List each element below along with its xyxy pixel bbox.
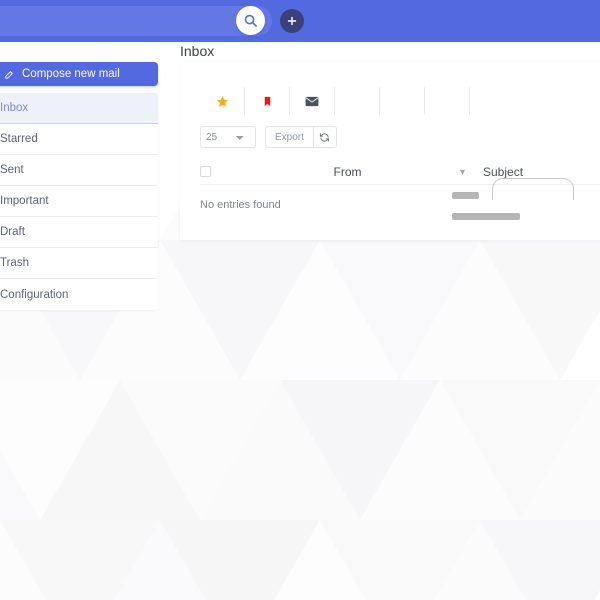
sidebar-item-trash[interactable]: Trash xyxy=(0,248,158,279)
empty-state-message: No entries found xyxy=(200,199,281,211)
sidebar-item-label: Configuration xyxy=(0,288,69,301)
sidebar-item-label: Draft xyxy=(0,226,25,238)
compose-button-label: Compose new mail xyxy=(22,68,120,80)
plus-icon xyxy=(287,16,297,26)
toolbar-bookmark-button[interactable] xyxy=(245,87,290,115)
table-controls-row: 25 50 100 Export xyxy=(200,126,337,148)
sidebar-item-inbox[interactable]: Inbox xyxy=(0,93,158,124)
sidebar-item-label: Starred xyxy=(0,133,38,145)
select-all-cell xyxy=(200,166,230,177)
column-header-from[interactable]: From ▾ xyxy=(230,164,466,179)
page-size-select[interactable]: 25 50 100 xyxy=(200,126,256,148)
envelope-icon xyxy=(305,96,319,106)
toolbar-star-button[interactable] xyxy=(200,87,245,115)
sidebar: Compose new mail Inbox Starred Sent Impo… xyxy=(0,62,158,310)
column-header-subject[interactable]: Subject xyxy=(465,165,523,179)
loading-skeleton-bar xyxy=(452,192,479,199)
refresh-button[interactable] xyxy=(312,126,337,148)
chevron-down-icon: ▾ xyxy=(459,166,465,178)
toolbar-empty-slot-3[interactable] xyxy=(425,87,470,115)
sidebar-item-label: Inbox xyxy=(0,102,29,114)
sidebar-item-label: Important xyxy=(0,195,49,207)
mail-content-card: 25 50 100 Export From ▾ Subject xyxy=(180,62,600,240)
select-all-checkbox[interactable] xyxy=(200,166,211,177)
search-input[interactable] xyxy=(0,6,228,36)
loading-skeleton-bar xyxy=(452,213,520,220)
search-icon xyxy=(244,14,257,27)
column-header-subject-label: Subject xyxy=(483,164,524,179)
sidebar-item-configuration[interactable]: Configuration xyxy=(0,279,158,310)
tooltip-outline-artifact xyxy=(492,178,574,200)
compose-new-mail-button[interactable]: Compose new mail xyxy=(0,62,158,86)
search-button[interactable] xyxy=(236,6,265,35)
toolbar-empty-slot-2[interactable] xyxy=(380,87,425,115)
sidebar-item-label: Trash xyxy=(0,257,29,269)
sidebar-item-label: Sent xyxy=(0,164,24,176)
sidebar-item-sent[interactable]: Sent xyxy=(0,155,158,186)
mail-action-toolbar xyxy=(200,87,470,115)
bookmark-icon xyxy=(264,96,270,106)
refresh-icon xyxy=(320,132,330,142)
star-icon xyxy=(217,95,228,107)
sidebar-item-draft[interactable]: Draft xyxy=(0,217,158,248)
toolbar-empty-slot-1[interactable] xyxy=(335,87,380,115)
export-button[interactable]: Export xyxy=(265,126,313,148)
top-header-bar xyxy=(0,0,600,42)
column-header-from-label: From xyxy=(333,164,362,179)
search-field-wrapper xyxy=(0,6,272,36)
edit-pencil-icon xyxy=(5,70,13,79)
add-new-button[interactable] xyxy=(280,9,304,33)
folder-list: Inbox Starred Sent Important Draft Trash… xyxy=(0,93,158,310)
sidebar-item-important[interactable]: Important xyxy=(0,186,158,217)
toolbar-mark-read-button[interactable] xyxy=(290,87,335,115)
sidebar-item-starred[interactable]: Starred xyxy=(0,124,158,155)
page-title: Inbox xyxy=(180,43,215,59)
